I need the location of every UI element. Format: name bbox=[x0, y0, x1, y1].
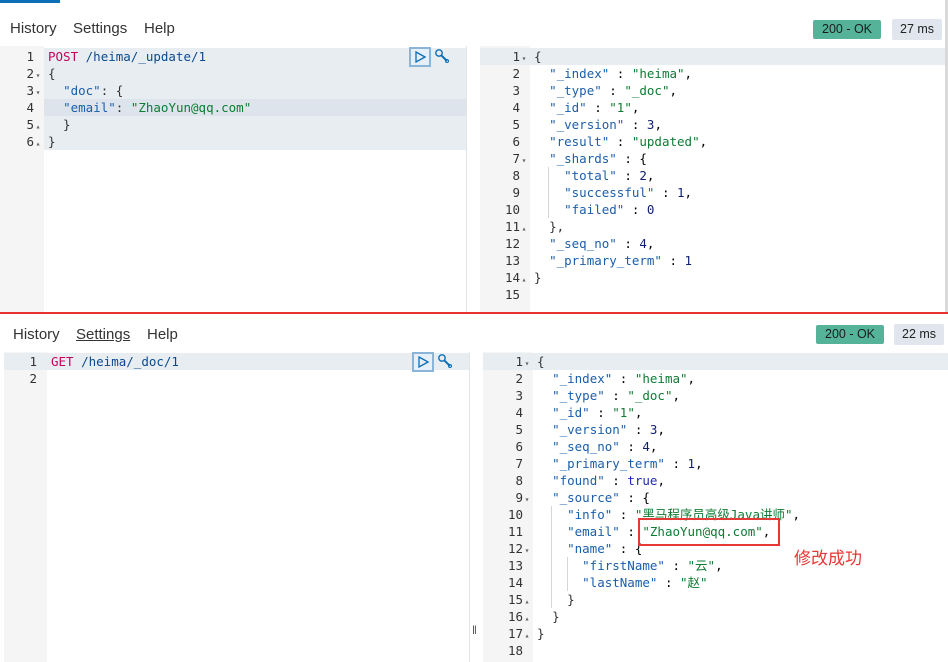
request-editor[interactable] bbox=[47, 352, 469, 662]
send-request-button[interactable] bbox=[409, 47, 431, 67]
request-code[interactable]: POST /heima/_update/1 { "doc": { "email"… bbox=[48, 48, 251, 150]
request-line-numbers: 1 2 ▾ 3 ▾ 4 5 ▴ 6 ▴ bbox=[0, 48, 42, 150]
response-code: { "_index" : "heima", "_type" : "_doc", … bbox=[537, 354, 801, 641]
request-path: /heima/_doc/1 bbox=[81, 354, 179, 369]
history-menu[interactable]: History bbox=[10, 20, 57, 37]
request-time-badge: 27 ms bbox=[892, 19, 943, 40]
console-panel-bottom: History Settings Help 200 - OK 22 ms 1 2… bbox=[0, 315, 948, 662]
send-request-button[interactable] bbox=[412, 352, 434, 372]
annotation-label: 修改成功 bbox=[794, 549, 862, 568]
fold-arrow-icon[interactable]: ▴ bbox=[34, 135, 42, 152]
screenshot-divider bbox=[0, 312, 948, 314]
request-code[interactable]: GET /heima/_doc/1 bbox=[51, 353, 179, 370]
help-menu[interactable]: Help bbox=[147, 326, 178, 343]
status-badge: 200 - OK bbox=[816, 325, 885, 344]
response-line-numbers: 1 ▾ 2 3 4 5 6 7 ▾ 8 9 10 11 ▴ 12 13 14 ▴ 15 bbox=[504, 49, 527, 302]
settings-menu[interactable]: Settings bbox=[73, 20, 127, 37]
request-path: /heima/_update/1 bbox=[85, 49, 207, 64]
settings-menu[interactable]: Settings bbox=[76, 326, 130, 343]
resize-handle-icon[interactable]: ‖ bbox=[472, 623, 477, 637]
request-method: GET bbox=[51, 354, 74, 369]
response-code: { "_index" : "heima", "_type" : "_doc", … bbox=[534, 49, 708, 285]
console-menubar: History Settings Help 200 - OK 27 ms bbox=[0, 0, 948, 46]
help-menu[interactable]: Help bbox=[144, 20, 175, 37]
response-line-numbers: 1 ▾ 2 3 4 5 6 7 8 9 ▾ 10 11 12 ▾ 13 14 15 ▴ … bbox=[507, 354, 530, 658]
panel-splitter[interactable] bbox=[469, 352, 484, 662]
status-badge: 200 - OK bbox=[813, 20, 882, 39]
highlight-box bbox=[638, 518, 780, 546]
play-icon bbox=[418, 356, 429, 368]
request-method: POST bbox=[48, 49, 79, 64]
request-line-numbers: 1 2 bbox=[29, 354, 37, 386]
request-time-badge: 22 ms bbox=[894, 324, 945, 345]
wrench-icon[interactable] bbox=[437, 353, 453, 369]
play-icon bbox=[415, 51, 426, 63]
request-gutter bbox=[4, 352, 47, 662]
history-menu[interactable]: History bbox=[13, 326, 60, 343]
panel-splitter[interactable] bbox=[466, 46, 481, 312]
wrench-icon[interactable] bbox=[434, 48, 450, 64]
console-panel-top: History Settings Help 200 - OK 27 ms 1 2… bbox=[0, 0, 948, 312]
